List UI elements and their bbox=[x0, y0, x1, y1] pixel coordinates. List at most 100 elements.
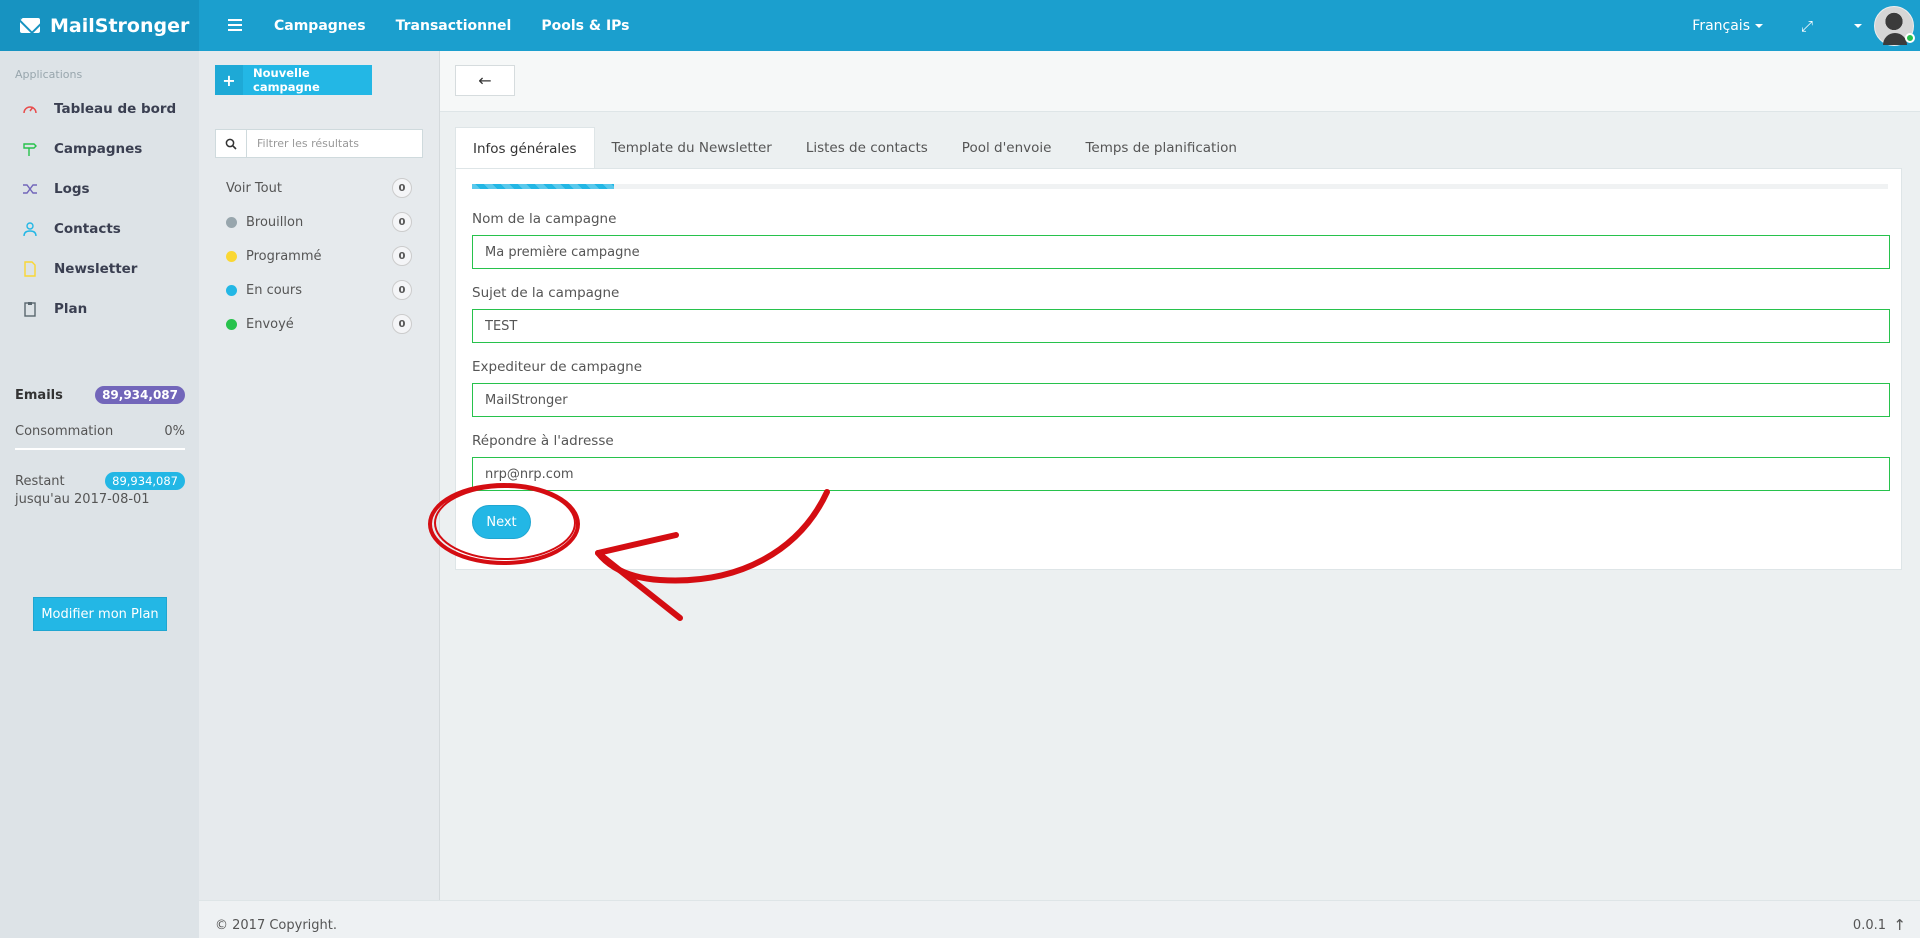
filter-count-badge: 0 bbox=[392, 246, 412, 266]
sidebar-item-contacts[interactable]: Contacts bbox=[0, 209, 199, 249]
language-dropdown[interactable]: Français bbox=[1692, 18, 1763, 34]
sidebar-item-label: Logs bbox=[54, 181, 90, 197]
wizard-progress-fill bbox=[472, 184, 614, 189]
campaign-subject-input[interactable] bbox=[472, 309, 1890, 343]
nav-transactionnel[interactable]: Transactionnel bbox=[396, 18, 512, 34]
menu-toggle-icon[interactable] bbox=[228, 19, 242, 31]
consommation-value: 0% bbox=[164, 424, 185, 439]
wizard-tabs: Infos générales Template du Newsletter L… bbox=[455, 127, 1254, 169]
tab-pool-envoie[interactable]: Pool d'envoie bbox=[945, 127, 1069, 169]
status-filter-list: Voir Tout 0 Brouillon 0 Programmé 0 En c… bbox=[226, 171, 412, 341]
status-dot-blue bbox=[226, 284, 237, 296]
tab-listes-contacts[interactable]: Listes de contacts bbox=[789, 127, 945, 169]
filter-label: Envoyé bbox=[246, 316, 294, 332]
filter-count-badge: 0 bbox=[392, 212, 412, 232]
top-navbar: MailStronger Campagnes Transactionnel Po… bbox=[0, 0, 1920, 51]
plan-expiry-text: jusqu'au 2017-08-01 bbox=[15, 492, 150, 507]
tab-template-newsletter[interactable]: Template du Newsletter bbox=[595, 127, 789, 169]
sidebar-item-label: Campagnes bbox=[54, 141, 143, 157]
envelope-icon bbox=[20, 18, 40, 33]
usage-stats: Emails 89,934,087 Consommation 0% Restan… bbox=[15, 386, 185, 507]
footer: © 2017 Copyright. 0.0.1 ↑ bbox=[199, 900, 1920, 938]
status-dot-grey bbox=[226, 216, 237, 228]
reply-to-input[interactable] bbox=[472, 457, 1890, 491]
plus-icon: + bbox=[215, 65, 243, 95]
emails-count-badge: 89,934,087 bbox=[95, 386, 185, 404]
tab-temps-planification[interactable]: Temps de planification bbox=[1068, 127, 1253, 169]
sidebar-item-label: Contacts bbox=[54, 221, 121, 237]
top-nav: Campagnes Transactionnel Pools & IPs bbox=[274, 0, 630, 51]
status-dot-yellow bbox=[226, 250, 237, 262]
filter-search-box bbox=[215, 129, 423, 158]
filter-count-badge: 0 bbox=[392, 314, 412, 334]
online-status-dot bbox=[1905, 32, 1915, 43]
consommation-label: Consommation bbox=[15, 424, 114, 439]
sidebar-menu: Tableau de bord Campagnes Logs Contacts … bbox=[0, 89, 199, 329]
sidebar-item-newsletter[interactable]: Newsletter bbox=[0, 249, 199, 289]
sidebar-heading: Applications bbox=[15, 68, 83, 81]
filter-item-voir-tout[interactable]: Voir Tout 0 bbox=[226, 171, 412, 205]
sidebar-item-label: Newsletter bbox=[54, 261, 138, 277]
clipboard-icon bbox=[22, 301, 38, 317]
sidebar-item-label: Tableau de bord bbox=[54, 101, 177, 117]
emails-label: Emails bbox=[15, 387, 63, 403]
campaign-form-panel: Nom de la campagne Sujet de la campagne … bbox=[455, 168, 1902, 570]
signpost-icon bbox=[22, 141, 38, 157]
campaign-name-label: Nom de la campagne bbox=[472, 211, 617, 227]
main-toolbar: ← bbox=[440, 51, 1920, 112]
sidebar-item-plan[interactable]: Plan bbox=[0, 289, 199, 329]
top-right-controls: Français ⤢ bbox=[1692, 0, 1920, 51]
dashboard-icon bbox=[22, 101, 38, 117]
consommation-bar bbox=[15, 448, 185, 450]
language-label: Français bbox=[1692, 17, 1750, 34]
campaign-filter-panel: + Nouvelle campagne Voir Tout 0 Brouillo… bbox=[199, 51, 440, 900]
brand-logo[interactable]: MailStronger bbox=[0, 0, 199, 51]
sidebar-item-logs[interactable]: Logs bbox=[0, 169, 199, 209]
new-campaign-label: Nouvelle campagne bbox=[253, 66, 320, 94]
scroll-top-icon[interactable]: ↑ bbox=[1893, 916, 1906, 934]
nav-pools-ips[interactable]: Pools & IPs bbox=[541, 18, 629, 34]
campaign-sender-label: Expediteur de campagne bbox=[472, 359, 642, 375]
filter-item-brouillon[interactable]: Brouillon 0 bbox=[226, 205, 412, 239]
modify-plan-button[interactable]: Modifier mon Plan bbox=[33, 597, 167, 631]
filter-label: Brouillon bbox=[246, 214, 304, 230]
filter-search-input[interactable] bbox=[247, 130, 417, 157]
fullscreen-icon[interactable]: ⤢ bbox=[1801, 17, 1813, 35]
campaign-subject-label: Sujet de la campagne bbox=[472, 285, 620, 301]
user-menu-caret-icon[interactable] bbox=[1854, 23, 1862, 28]
shuffle-icon bbox=[22, 181, 38, 197]
tab-infos-generales[interactable]: Infos générales bbox=[455, 127, 595, 169]
brand-name: MailStronger bbox=[50, 14, 190, 37]
status-dot-green bbox=[226, 318, 237, 330]
sidebar-item-campagnes[interactable]: Campagnes bbox=[0, 129, 199, 169]
sidebar-item-label: Plan bbox=[54, 301, 88, 317]
contacts-icon bbox=[22, 221, 38, 237]
reply-to-label: Répondre à l'adresse bbox=[472, 433, 614, 449]
sidebar-item-tableau-de-bord[interactable]: Tableau de bord bbox=[0, 89, 199, 129]
arrow-left-icon: ← bbox=[478, 71, 492, 90]
nav-campagnes[interactable]: Campagnes bbox=[274, 18, 366, 34]
filter-item-programme[interactable]: Programmé 0 bbox=[226, 239, 412, 273]
filter-count-badge: 0 bbox=[392, 178, 412, 198]
filter-item-envoye[interactable]: Envoyé 0 bbox=[226, 307, 412, 341]
search-icon[interactable] bbox=[216, 130, 247, 157]
filter-label: Programmé bbox=[246, 248, 322, 264]
filter-count-badge: 0 bbox=[392, 280, 412, 300]
filter-label: En cours bbox=[246, 282, 303, 298]
filter-label: Voir Tout bbox=[226, 180, 282, 196]
restant-label: Restant bbox=[15, 473, 65, 489]
avatar[interactable] bbox=[1874, 5, 1915, 46]
new-campaign-button[interactable]: + Nouvelle campagne bbox=[215, 65, 372, 95]
back-button[interactable]: ← bbox=[455, 65, 515, 96]
next-button[interactable]: Next bbox=[472, 505, 531, 539]
campaign-name-input[interactable] bbox=[472, 235, 1890, 269]
version-text: 0.0.1 bbox=[1852, 918, 1886, 933]
filter-item-en-cours[interactable]: En cours 0 bbox=[226, 273, 412, 307]
document-icon bbox=[22, 261, 38, 277]
campaign-sender-input[interactable] bbox=[472, 383, 1890, 417]
copyright-text: © 2017 Copyright. bbox=[215, 918, 338, 933]
sidebar: Applications Tableau de bord Campagnes L… bbox=[0, 51, 199, 938]
restant-count-badge: 89,934,087 bbox=[105, 472, 185, 490]
wizard-progress-bar bbox=[472, 184, 1888, 189]
caret-down-icon bbox=[1754, 23, 1763, 28]
